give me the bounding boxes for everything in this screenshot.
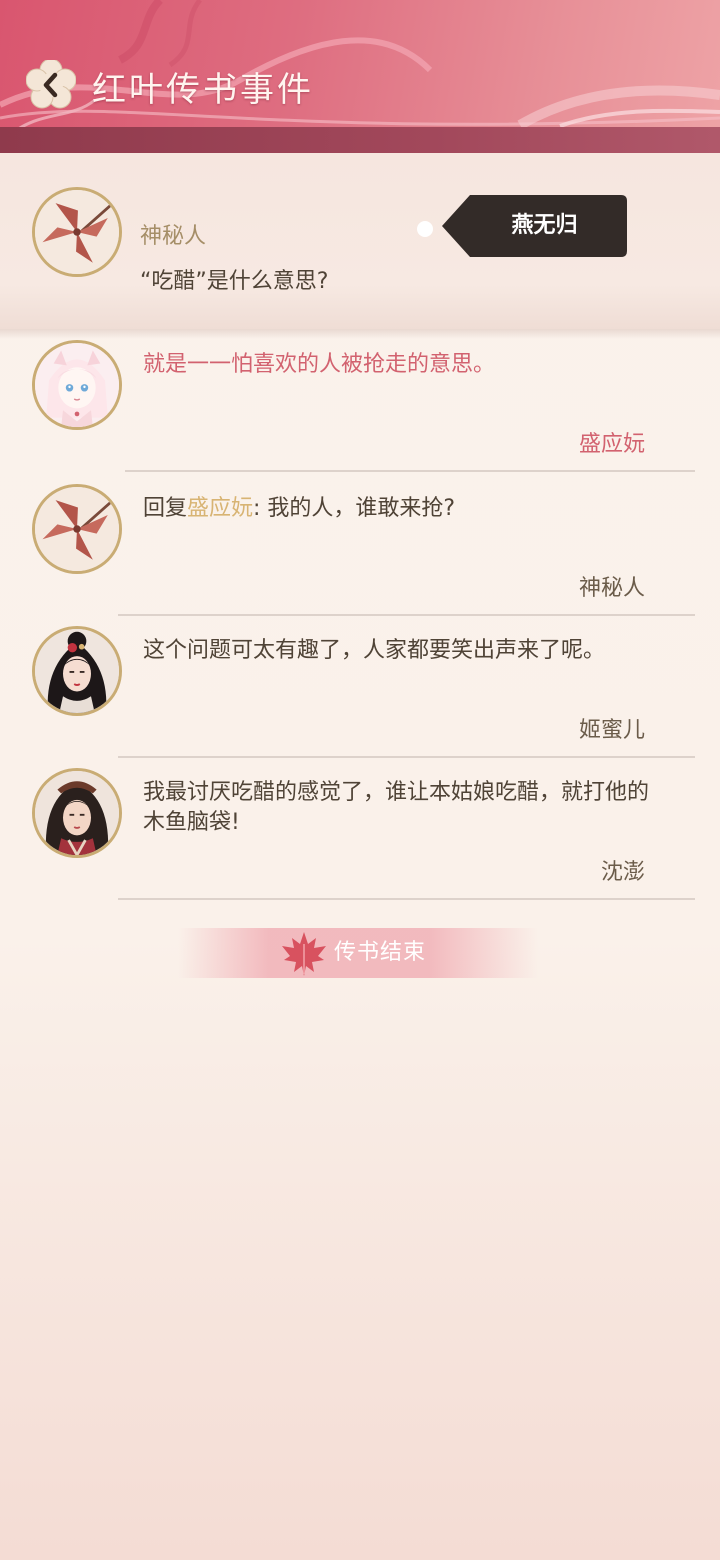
reply-item: 回复盛应妧: 我的人，谁敢来抢? 神秘人 bbox=[0, 484, 720, 626]
reply-item: 我最讨厌吃醋的感觉了，谁让本姑娘吃醋，就打他的木鱼脑袋! 沈澎 bbox=[0, 768, 720, 910]
pinwheel-avatar bbox=[35, 190, 119, 274]
reply-avatar[interactable] bbox=[32, 768, 122, 858]
end-banner: 传书结束 bbox=[178, 928, 538, 978]
post-author-name: 神秘人 bbox=[140, 224, 207, 249]
lady-portrait-avatar bbox=[35, 629, 119, 713]
reply-item: 这个问题可太有趣了，人家都要笑出声来了呢。 姬蜜儿 bbox=[0, 626, 720, 768]
divider bbox=[118, 898, 695, 900]
maple-leaf-icon bbox=[282, 932, 326, 976]
divider bbox=[118, 614, 695, 616]
recipient-tag-label: 燕无归 bbox=[511, 213, 578, 238]
reply-body: : 我的人，谁敢来抢? bbox=[253, 496, 456, 521]
end-label: 传书结束 bbox=[334, 940, 427, 965]
page-title: 红叶传书事件 bbox=[92, 70, 314, 110]
divider bbox=[118, 756, 695, 758]
reply-avatar[interactable] bbox=[32, 626, 122, 716]
pinwheel-avatar bbox=[35, 487, 119, 571]
reply-signature: 盛应妧 bbox=[578, 432, 645, 457]
divider bbox=[125, 470, 695, 472]
indicator-dot bbox=[417, 221, 433, 237]
post-author-avatar[interactable] bbox=[32, 187, 122, 277]
warrior-portrait-avatar bbox=[35, 771, 119, 855]
reply-avatar[interactable] bbox=[32, 340, 122, 430]
back-button[interactable] bbox=[25, 58, 77, 110]
reply-text: 这个问题可太有趣了，人家都要笑出声来了呢。 bbox=[143, 638, 606, 663]
anime-girl-avatar bbox=[35, 343, 119, 427]
reply-item: 就是一一怕喜欢的人被抢走的意思。 盛应妧 bbox=[0, 340, 720, 482]
reply-text: 就是一一怕喜欢的人被抢走的意思。 bbox=[143, 352, 496, 377]
reply-mention[interactable]: 盛应妧 bbox=[187, 496, 253, 521]
reply-prefix: 回复 bbox=[143, 496, 188, 521]
reply-avatar[interactable] bbox=[32, 484, 122, 574]
header-band bbox=[0, 127, 720, 153]
reply-text: 回复盛应妧: 我的人，谁敢来抢? bbox=[143, 494, 663, 524]
back-flower-icon bbox=[25, 58, 77, 109]
reply-signature: 沈澎 bbox=[600, 860, 645, 885]
recipient-tag: 燕无归 bbox=[442, 195, 627, 257]
reply-signature: 神秘人 bbox=[578, 576, 645, 601]
reply-signature: 姬蜜儿 bbox=[578, 718, 645, 743]
reply-text: 我最讨厌吃醋的感觉了，谁让本姑娘吃醋，就打他的木鱼脑袋! bbox=[143, 780, 650, 835]
post-question: “吃醋”是什么意思? bbox=[140, 269, 329, 294]
header-bar: 红叶传书事件 bbox=[0, 0, 720, 153]
